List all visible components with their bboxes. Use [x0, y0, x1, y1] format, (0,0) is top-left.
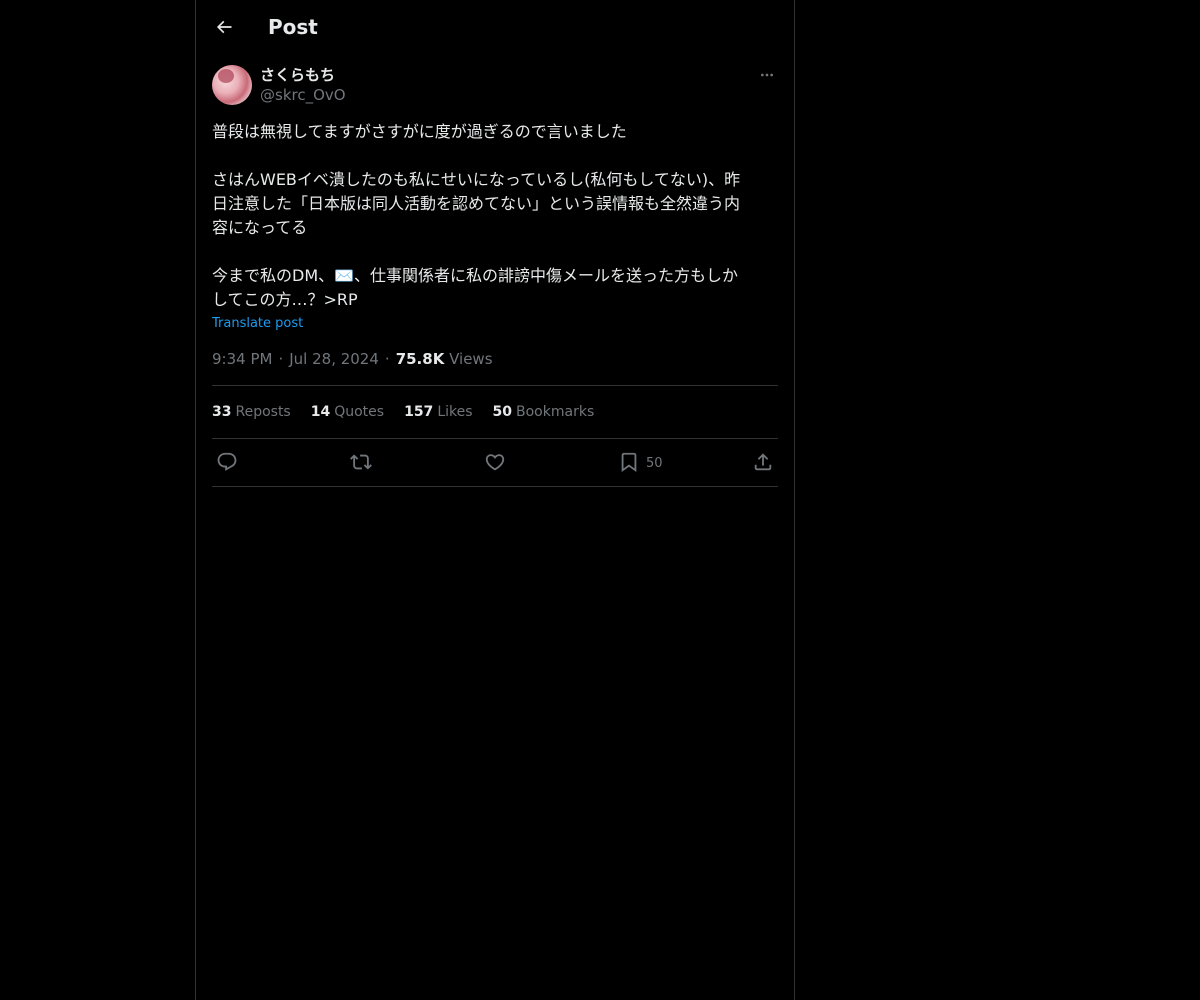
more-options-button[interactable] — [756, 64, 778, 86]
stat-bookmarks[interactable]: 50 Bookmarks — [493, 404, 595, 420]
stat-count: 157 — [404, 404, 434, 420]
arrow-left-icon — [214, 17, 234, 37]
page-header: Post — [196, 0, 794, 54]
share-button[interactable] — [752, 451, 774, 473]
page-title: Post — [268, 15, 318, 39]
translate-post-link[interactable]: Translate post — [212, 315, 303, 333]
action-bar: 50 — [212, 439, 778, 487]
stat-count: 50 — [492, 404, 513, 420]
post-column: Post さくらもち @skrc_OvO 普段は無視してますがさすがに度が過ぎる… — [195, 0, 795, 1000]
reply-icon — [216, 451, 238, 473]
post: さくらもち @skrc_OvO 普段は無視してますがさすがに度が過ぎるので言いま… — [212, 64, 778, 487]
stat-label: Quotes — [334, 404, 385, 420]
stat-label: Reposts — [235, 404, 291, 420]
post-time[interactable]: 9:34 PM — [212, 350, 272, 368]
meta-separator: · — [278, 350, 284, 368]
like-button[interactable] — [484, 451, 506, 473]
author-display-name[interactable]: さくらもち — [260, 65, 335, 85]
avatar[interactable] — [212, 65, 252, 105]
views-count: 75.8K — [395, 350, 445, 368]
stat-count: 14 — [310, 404, 331, 420]
more-horizontal-icon — [759, 67, 775, 83]
repost-button[interactable] — [350, 451, 372, 473]
heart-icon — [484, 451, 506, 473]
stat-label: Bookmarks — [516, 404, 595, 420]
post-text: 普段は無視してますがさすがに度が過ぎるので言いました さはんWEBイベ潰したのも… — [212, 122, 741, 309]
stat-likes[interactable]: 157 Likes — [404, 404, 472, 420]
bookmark-icon — [618, 451, 640, 473]
stat-quotes[interactable]: 14 Quotes — [311, 404, 384, 420]
stat-count: 33 — [212, 404, 232, 420]
repost-icon — [350, 451, 372, 473]
reply-button[interactable] — [216, 451, 238, 473]
back-button[interactable] — [208, 11, 240, 43]
views-label: Views — [449, 350, 493, 368]
stat-label: Likes — [437, 404, 473, 420]
share-icon — [752, 451, 774, 473]
bookmark-button[interactable]: 50 — [618, 451, 663, 473]
post-meta: 9:34 PM · Jul 28, 2024 · 75.8K Views — [212, 349, 778, 386]
bookmark-count: 50 — [646, 456, 663, 471]
author-handle[interactable]: @skrc_OvO — [260, 85, 346, 105]
post-stats: 33 Reposts 14 Quotes 157 Likes 50 Bookmarks — [212, 386, 778, 439]
meta-separator: · — [384, 350, 390, 368]
stat-reposts[interactable]: 33 Reposts — [212, 404, 291, 420]
author-row: さくらもち @skrc_OvO — [212, 64, 778, 108]
post-date[interactable]: Jul 28, 2024 — [289, 350, 379, 368]
